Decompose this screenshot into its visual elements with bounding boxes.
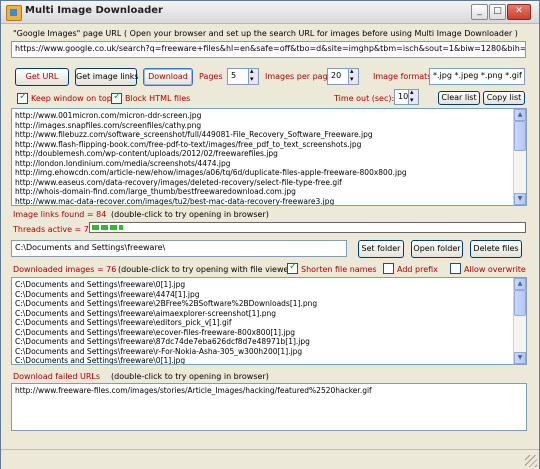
images-per-page-stepper[interactable]: 20	[327, 68, 359, 85]
images-per-page-value: 20	[331, 71, 342, 80]
app-icon	[6, 5, 22, 21]
copy-list-button[interactable]: Copy list	[483, 91, 525, 105]
resize-grip-icon[interactable]	[525, 455, 537, 467]
delete-files-button[interactable]: Delete files	[470, 240, 522, 258]
pages-stepper[interactable]: 5	[227, 68, 259, 85]
image-link-row[interactable]: http://www.easeus.com/data-recovery/imag…	[15, 178, 512, 188]
downloaded-image-row[interactable]: C:\Documents and Settings\freeware\0[1].…	[15, 356, 512, 364]
downloaded-image-row[interactable]: C:\Documents and Settings\freeware\2BFre…	[15, 299, 512, 309]
folder-path-input[interactable]: C:\Documents and Settings\freeware\	[11, 240, 347, 257]
images-per-page-label: Images per page	[265, 72, 333, 81]
image-link-row[interactable]: http://www.flash-flipping-book.com/free-…	[15, 140, 512, 150]
add-prefix-checkbox[interactable]	[383, 263, 394, 274]
scroll-thumb[interactable]	[514, 121, 526, 151]
search-url-label: "Google Images" page URL	[13, 29, 122, 38]
image-formats-input[interactable]: *.jpg *.jpeg *.png *.gif *.b	[429, 68, 525, 85]
downloaded-image-row[interactable]: C:\Documents and Settings\freeware\87dc7…	[15, 337, 512, 347]
timeout-value: 10	[398, 92, 409, 101]
downloaded-image-row[interactable]: C:\Documents and Settings\freeware\4474[…	[15, 290, 512, 300]
timeout-stepper[interactable]: 10	[394, 89, 419, 105]
open-folder-button[interactable]: Open folder	[411, 240, 463, 258]
set-folder-button[interactable]: Set folder	[358, 240, 404, 258]
downloaded-images-list[interactable]: C:\Documents and Settings\freeware\0[1].…	[11, 277, 527, 365]
image-links-hint: (double-click to try opening in browser)	[111, 210, 269, 219]
download-failed-label: Download failed URLs	[13, 372, 101, 381]
failed-url-row[interactable]: http://www.freeware-files.com/images/sto…	[15, 386, 523, 396]
status-bar	[1, 449, 539, 469]
image-link-row[interactable]: http://whois-domain-find.com/large_thumb…	[15, 187, 512, 197]
search-url-hint: ( Open your browser and set up the searc…	[124, 29, 518, 38]
block-html-label: Block HTML files	[125, 94, 191, 103]
scroll-thumb[interactable]	[514, 290, 526, 316]
threads-progress-fill	[92, 225, 123, 230]
image-links-rows: http://www.001micron.com/micron-ddr-scre…	[15, 111, 512, 206]
pages-value: 5	[231, 71, 237, 80]
image-link-row[interactable]: http://img.ehowcdn.com/article-new/ehow/…	[15, 168, 512, 178]
keep-on-top-label: Keep window on top	[31, 94, 112, 103]
scroll-up-icon[interactable]: ▲	[514, 109, 526, 121]
downloaded-image-row[interactable]: C:\Documents and Settings\freeware\ecove…	[15, 328, 512, 338]
shorten-names-checkbox[interactable]	[287, 261, 298, 274]
downloaded-images-label: Downloaded images = 76	[13, 265, 117, 274]
download-failed-list[interactable]: http://www.freeware-files.com/images/sto…	[11, 383, 527, 431]
get-url-button[interactable]: Get URL	[15, 68, 69, 86]
image-link-row[interactable]: http://www.mac-data-recover.com/images/t…	[15, 197, 512, 206]
shorten-names-label: Shorten file names	[301, 265, 377, 274]
scroll-up-icon[interactable]: ▲	[514, 278, 526, 290]
image-link-row[interactable]: http://www.001micron.com/micron-ddr-scre…	[15, 111, 512, 121]
close-button[interactable]: ✕	[507, 4, 531, 20]
add-prefix-label: Add prefix	[397, 265, 438, 274]
allow-overwrite-label: Allow overwrite	[464, 265, 526, 274]
pages-label: Pages	[199, 72, 223, 81]
search-url-input[interactable]: https://www.google.co.uk/search?q=freewa…	[11, 41, 526, 58]
download-failed-rows: http://www.freeware-files.com/images/sto…	[15, 386, 523, 396]
image-formats-label: Image formats	[373, 72, 432, 81]
download-button[interactable]: Download	[143, 68, 193, 86]
keep-on-top-checkbox[interactable]	[17, 91, 28, 104]
threads-progress-bar	[89, 222, 526, 233]
image-link-row[interactable]: http://www.filebuzz.com/software_screens…	[15, 130, 512, 140]
images-per-page-spin-icon[interactable]	[348, 69, 358, 84]
downloaded-images-rows: C:\Documents and Settings\freeware\0[1].…	[15, 280, 512, 364]
maximize-button[interactable]: □	[489, 4, 506, 20]
threads-active-label: Threads active = 7	[13, 225, 89, 234]
downloaded-image-row[interactable]: C:\Documents and Settings\freeware\r-For…	[15, 347, 512, 357]
downloaded-scrollbar[interactable]: ▲ ▼	[513, 278, 526, 364]
downloaded-image-row[interactable]: C:\Documents and Settings\freeware\aimae…	[15, 309, 512, 319]
timeout-label: Time out (sec):	[334, 94, 395, 103]
main-window: Multi Image Downloader _ □ ✕ "Google Ima…	[0, 0, 540, 469]
timeout-spin-icon[interactable]	[408, 90, 418, 104]
image-links-found: Image links found = 84	[13, 210, 107, 219]
image-link-row[interactable]: http://london.londinium.com/media/screen…	[15, 159, 512, 169]
image-links-list[interactable]: http://www.001micron.com/micron-ddr-scre…	[11, 108, 527, 206]
image-link-row[interactable]: http://images.snapfiles.com/screenfiles/…	[15, 121, 512, 131]
image-link-row[interactable]: http://doublemesh.com/wp-content/uploads…	[15, 149, 512, 159]
downloaded-images-hint: (double-click to try opening with file v…	[118, 265, 295, 274]
pages-spin-icon[interactable]	[248, 69, 258, 84]
allow-overwrite-checkbox[interactable]	[450, 263, 461, 274]
scroll-down-icon[interactable]: ▼	[514, 193, 526, 205]
clear-list-button[interactable]: Clear list	[438, 91, 480, 105]
downloaded-image-row[interactable]: C:\Documents and Settings\freeware\0[1].…	[15, 280, 512, 290]
downloaded-image-row[interactable]: C:\Documents and Settings\freeware\edito…	[15, 318, 512, 328]
block-html-checkbox[interactable]	[111, 91, 122, 104]
title-bar[interactable]: Multi Image Downloader _ □ ✕	[1, 1, 539, 24]
get-image-links-button[interactable]: Get image links	[75, 68, 139, 86]
minimize-button[interactable]: _	[471, 4, 488, 20]
scroll-down-icon[interactable]: ▼	[514, 352, 526, 364]
download-failed-hint: (double-click to try opening in browser)	[111, 372, 269, 381]
window-title: Multi Image Downloader	[25, 5, 163, 16]
image-links-scrollbar[interactable]: ▲ ▼	[513, 109, 526, 205]
